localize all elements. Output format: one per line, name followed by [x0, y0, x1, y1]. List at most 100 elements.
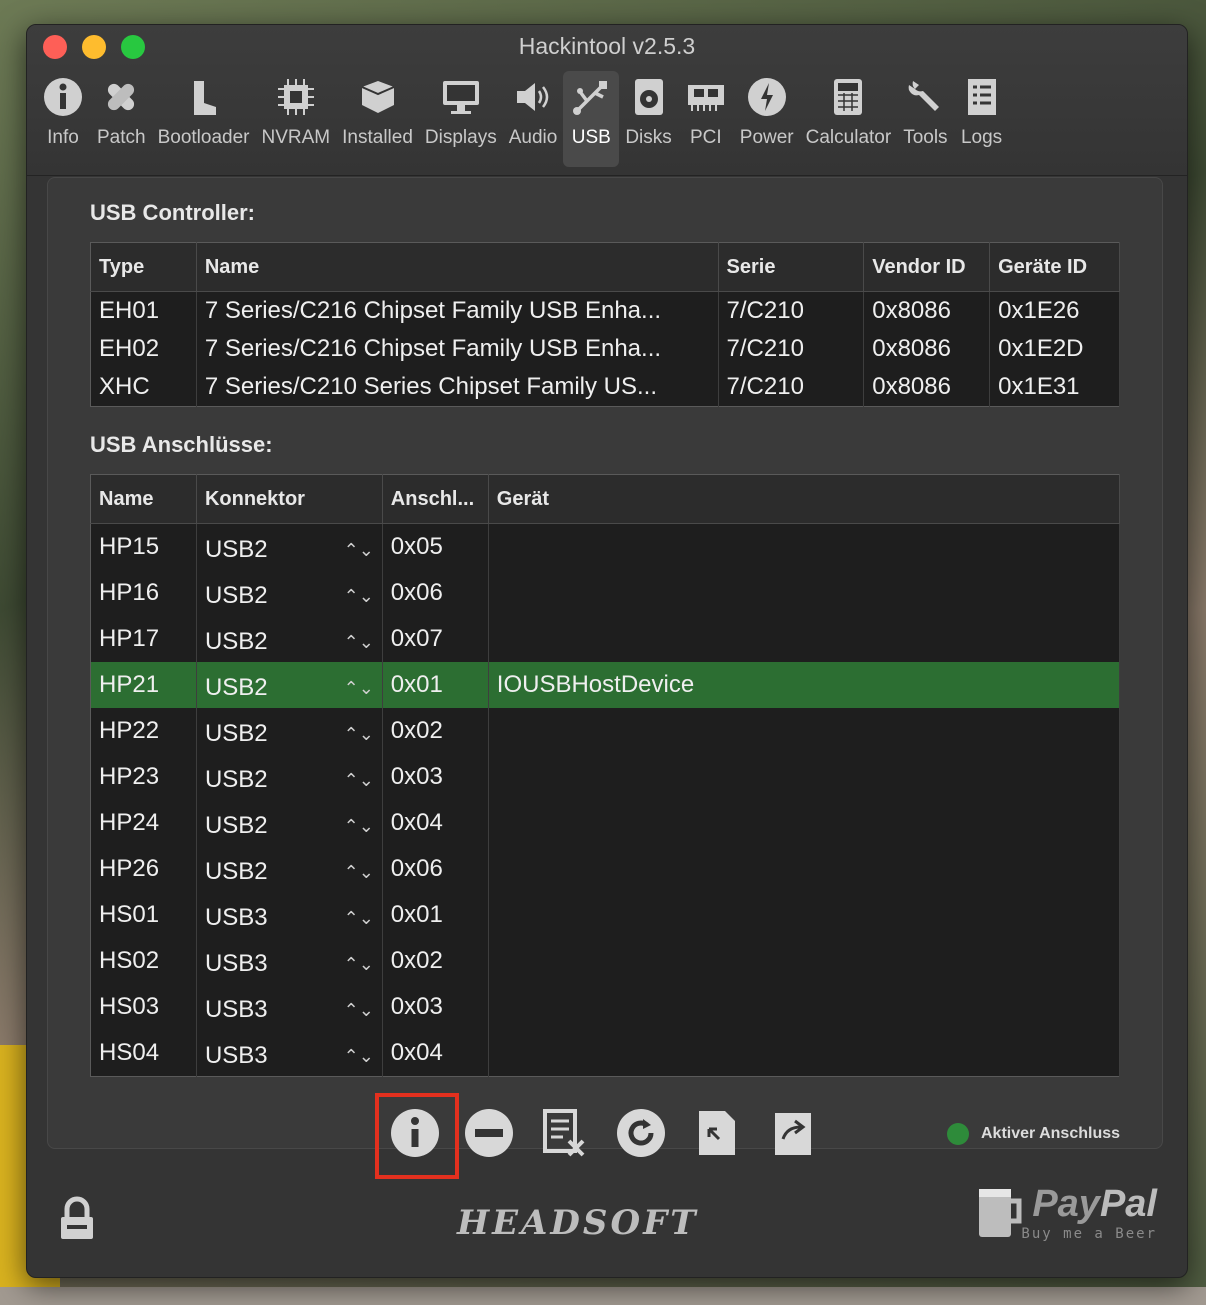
connector-select[interactable]: USB2 ⌃⌄ [196, 754, 383, 800]
toolbar-label: Bootloader [157, 127, 250, 148]
toolbar-item-calculator[interactable]: Calculator [800, 71, 898, 167]
toolbar-item-nvram[interactable]: NVRAM [256, 71, 337, 167]
boot-icon [193, 81, 216, 115]
updown-chevron-icon: ⌃⌄ [343, 585, 374, 606]
toolbar-item-disks[interactable]: Disks [619, 71, 677, 167]
toolbar-item-audio[interactable]: Audio [503, 71, 564, 167]
ports-table: Name Konnektor Anschl... Gerät HP15 USB2… [90, 474, 1121, 1077]
wrench-icon [909, 81, 940, 111]
cell-device [488, 846, 1121, 892]
column-header-name[interactable]: Name [90, 474, 197, 524]
toolbar-item-installed[interactable]: Installed [336, 71, 419, 167]
table-row[interactable]: HP23 USB2 ⌃⌄ 0x03 [90, 754, 1121, 800]
connector-select[interactable]: USB2 ⌃⌄ [196, 616, 383, 662]
connector-select[interactable]: USB2 ⌃⌄ [196, 662, 383, 708]
connector-value: USB2 [204, 858, 268, 885]
toolbar-item-logs[interactable]: Logs [954, 71, 1010, 167]
cell-port: 0x02 [382, 938, 489, 984]
table-row[interactable]: HP22 USB2 ⌃⌄ 0x02 [90, 708, 1121, 754]
speaker-icon [517, 83, 549, 111]
column-header-device-id[interactable]: Geräte ID [989, 242, 1120, 292]
toolbar-label: USB [571, 127, 611, 148]
import-button[interactable] [687, 1103, 747, 1163]
cell-port: 0x03 [382, 754, 489, 800]
export-button[interactable] [763, 1103, 823, 1163]
cell-name: HS03 [90, 984, 197, 1030]
cell-port: 0x02 [382, 708, 489, 754]
column-header-name[interactable]: Name [196, 242, 719, 292]
updown-chevron-icon: ⌃⌄ [343, 907, 374, 928]
connector-select[interactable]: USB2 ⌃⌄ [196, 708, 383, 754]
column-header-vendor-id[interactable]: Vendor ID [863, 242, 991, 292]
toolbar-item-power[interactable]: Power [734, 71, 800, 167]
table-row[interactable]: HS04 USB3 ⌃⌄ 0x04 [90, 1030, 1121, 1077]
toolbar-item-usb[interactable]: USB [563, 71, 620, 167]
table-row[interactable]: HP16 USB2 ⌃⌄ 0x06 [90, 570, 1121, 616]
cell-name: HP21 [90, 662, 197, 708]
toolbar-item-displays[interactable]: Displays [419, 71, 503, 167]
connector-select[interactable]: USB2 ⌃⌄ [196, 570, 383, 616]
updown-chevron-icon: ⌃⌄ [343, 631, 374, 652]
bandage-icon [108, 83, 135, 111]
connector-value: USB2 [204, 674, 268, 701]
titlebar: Hackintool v2.5.3 Info Patch Bootloader … [27, 25, 1187, 176]
table-row[interactable]: EH01 7 Series/C216 Chipset Family USB En… [90, 291, 1120, 330]
column-header-serie[interactable]: Serie [718, 242, 865, 292]
calculator-icon [834, 79, 863, 115]
footer: HEADSOFT PayPal Buy me a Beer [27, 1165, 1187, 1277]
clear-list-button[interactable] [533, 1103, 593, 1163]
cell-name: HP23 [90, 754, 197, 800]
remove-port-button[interactable] [459, 1103, 519, 1163]
toolbar-label: Audio [508, 127, 558, 148]
connector-select[interactable]: USB3 ⌃⌄ [196, 892, 383, 938]
monitor-icon [442, 81, 479, 114]
connector-select[interactable]: USB2 ⌃⌄ [196, 800, 383, 846]
connector-select[interactable]: USB3 ⌃⌄ [196, 984, 383, 1030]
toolbar-label: Calculator [805, 127, 892, 148]
connector-select[interactable]: USB3 ⌃⌄ [196, 1030, 383, 1077]
table-row[interactable]: XHC 7 Series/C210 Series Chipset Family … [90, 368, 1120, 407]
table-row[interactable]: HS03 USB3 ⌃⌄ 0x03 [90, 984, 1121, 1030]
cell-vendor-id: 0x8086 [863, 291, 991, 330]
refresh-button[interactable] [611, 1103, 671, 1163]
toolbar-item-patch[interactable]: Patch [91, 71, 152, 167]
toolbar-label: Displays [424, 127, 497, 148]
cell-device [488, 984, 1121, 1030]
table-row[interactable]: EH02 7 Series/C216 Chipset Family USB En… [90, 330, 1120, 368]
table-row[interactable]: HS01 USB3 ⌃⌄ 0x01 [90, 892, 1121, 938]
connector-value: USB2 [204, 628, 268, 655]
connector-select[interactable]: USB2 ⌃⌄ [196, 523, 383, 570]
table-row[interactable]: HP26 USB2 ⌃⌄ 0x06 [90, 846, 1121, 892]
table-row[interactable]: HP24 USB2 ⌃⌄ 0x04 [90, 800, 1121, 846]
column-header-type[interactable]: Type [90, 242, 197, 292]
toolbar-item-tools[interactable]: Tools [897, 71, 953, 167]
controller-table: Type Name Serie Vendor ID Geräte ID EH01… [90, 242, 1120, 407]
lock-icon[interactable] [53, 1195, 101, 1243]
table-row[interactable]: HP15 USB2 ⌃⌄ 0x05 [90, 523, 1121, 570]
toolbar-item-info[interactable]: Info [35, 71, 91, 167]
cell-device [488, 616, 1121, 662]
column-header-connector[interactable]: Konnektor [196, 474, 383, 524]
column-header-device[interactable]: Gerät [488, 474, 1121, 524]
toolbar-item-pci[interactable]: PCI [678, 71, 734, 167]
table-row-selected[interactable]: HP21 USB2 ⌃⌄ 0x01 IOUSBHostDevice [90, 662, 1121, 708]
cell-port: 0x06 [382, 570, 489, 616]
info-icon [44, 78, 82, 116]
column-header-port[interactable]: Anschl... [382, 474, 489, 524]
cell-name: HP22 [90, 708, 197, 754]
headsoft-logo[interactable]: HEADSOFT [457, 1203, 699, 1243]
toolbar: Info Patch Bootloader NVRAM Installed Di… [35, 71, 1179, 167]
cell-name: HP15 [90, 523, 197, 570]
pci-card-icon [687, 85, 724, 111]
toolbar-item-bootloader[interactable]: Bootloader [152, 71, 256, 167]
connector-select[interactable]: USB2 ⌃⌄ [196, 846, 383, 892]
beer-mug-icon [979, 1189, 1022, 1237]
cell-device [488, 523, 1121, 570]
paypal-donate[interactable]: PayPal Buy me a Beer [1021, 1183, 1157, 1242]
table-row[interactable]: HP17 USB2 ⌃⌄ 0x07 [90, 616, 1121, 662]
cell-port: 0x07 [382, 616, 489, 662]
table-row[interactable]: HS02 USB3 ⌃⌄ 0x02 [90, 938, 1121, 984]
cell-device-id: 0x1E2D [989, 330, 1120, 368]
connector-select[interactable]: USB3 ⌃⌄ [196, 938, 383, 984]
paypal-pay: Pay [1032, 1183, 1100, 1225]
